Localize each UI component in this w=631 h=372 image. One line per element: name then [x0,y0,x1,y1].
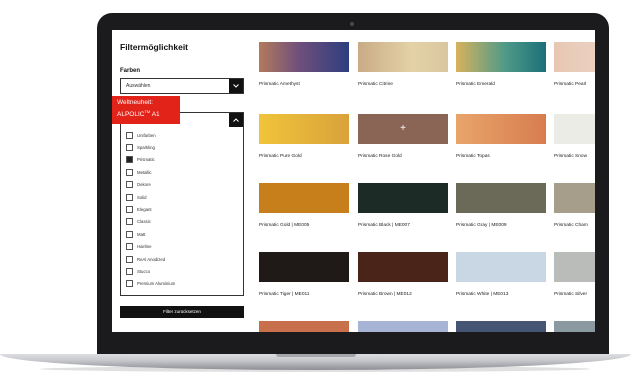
product-swatch[interactable] [358,252,448,282]
product-grid: Prismatic Amethyst Prismatic Citrine Prism… [112,30,595,332]
product-swatch[interactable]: + [358,114,448,144]
product-swatch[interactable] [554,183,595,213]
product-swatch[interactable] [554,114,595,144]
product-swatch[interactable] [259,42,349,72]
product-name[interactable]: Prismatic Citrine [358,82,393,87]
product-swatch[interactable] [259,321,349,332]
product-name[interactable]: Prismatic Cham [554,223,588,228]
product-name[interactable]: Prismatic Silver [554,292,587,297]
world-novelty-badge[interactable]: Weltneuheit: ALPOLICTM A1 [112,96,180,124]
product-swatch[interactable] [259,252,349,282]
product-name[interactable]: Prismatic White | ME013 [456,292,508,297]
product-swatch[interactable] [456,252,546,282]
product-swatch[interactable] [456,42,546,72]
product-swatch[interactable] [358,321,448,332]
product-swatch[interactable] [456,321,546,332]
product-name[interactable]: Prismatic Gray | ME009 [456,223,507,228]
badge-suffix: A1 [150,110,160,118]
product-name[interactable]: Prismatic Gold | ME005 [259,223,309,228]
badge-brand: ALPOLIC [117,110,145,118]
product-swatch[interactable] [259,183,349,213]
product-swatch[interactable] [358,42,448,72]
product-name[interactable]: Prismatic Black | ME007 [358,223,410,228]
product-swatch[interactable] [456,114,546,144]
product-name[interactable]: Prismatic Amethyst [259,82,300,87]
product-swatch[interactable] [554,321,595,332]
product-swatch[interactable] [358,183,448,213]
product-name[interactable]: Prismatic Snow [554,154,587,159]
laptop-screen: Filtermöglichkeit Farben Auswählen Unifa… [112,30,595,332]
product-name[interactable]: Prismatic Emerald [456,82,495,87]
product-name[interactable]: Prismatic Topas [456,154,490,159]
plus-icon[interactable]: + [358,114,448,144]
product-swatch[interactable] [554,252,595,282]
product-name[interactable]: Prismatic Pearl [554,82,586,87]
product-name[interactable]: Prismatic Pure Gold [259,154,302,159]
laptop-base-notch [276,354,356,357]
product-swatch[interactable] [554,42,595,72]
badge-line1: Weltneuheit: [117,99,154,106]
product-name[interactable]: Prismatic Tiger | ME011 [259,292,309,297]
product-name[interactable]: Prismatic Brown | ME012 [358,292,412,297]
product-swatch[interactable] [259,114,349,144]
camera-icon [350,22,354,26]
badge-line2: ALPOLICTM A1 [117,108,175,120]
product-name[interactable]: Prismatic Rose Gold [358,154,402,159]
product-swatch[interactable] [456,183,546,213]
